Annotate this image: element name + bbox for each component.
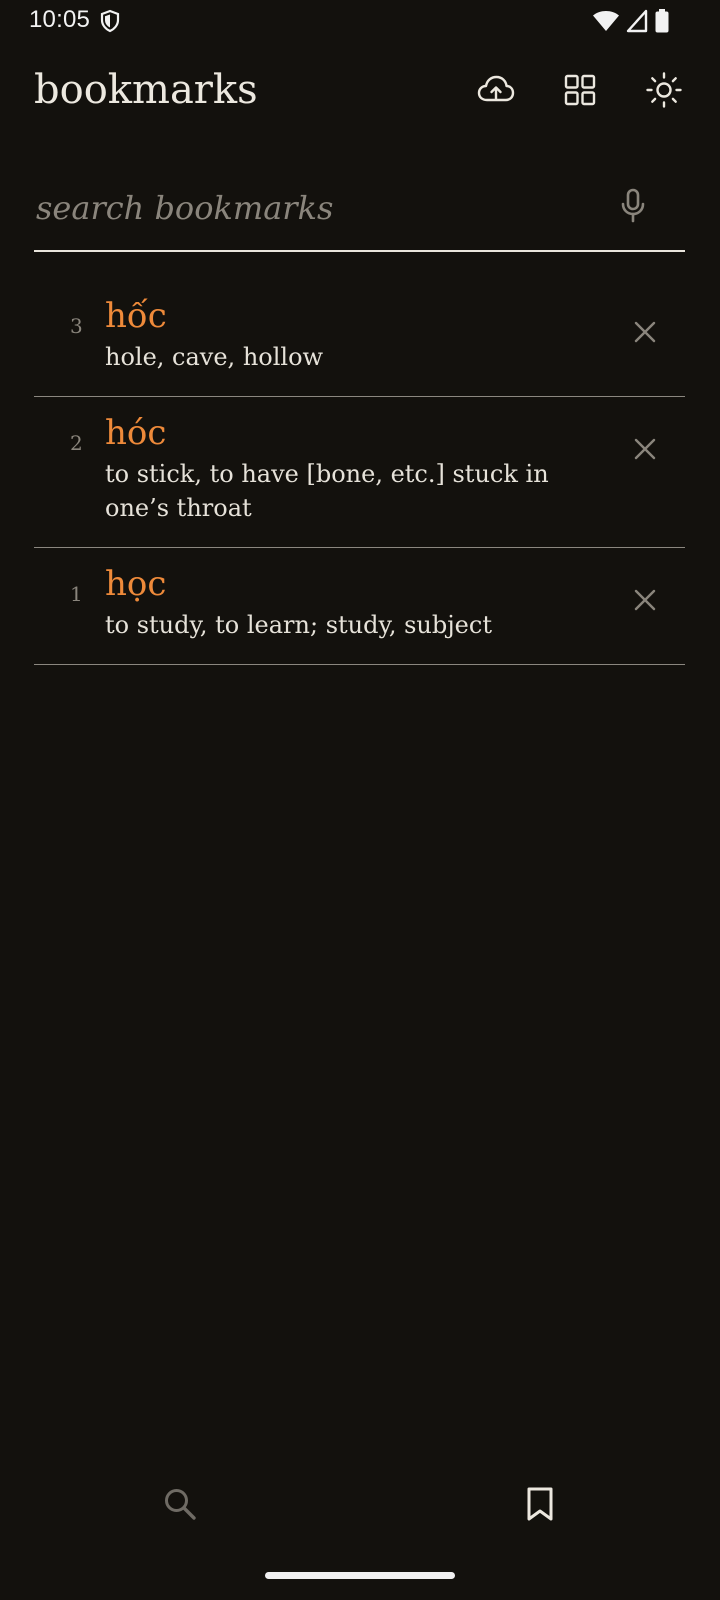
cloud-upload-button[interactable] (474, 70, 518, 114)
search-bar (34, 176, 685, 252)
close-icon (633, 437, 657, 465)
microphone-icon (618, 188, 648, 228)
bookmark-index: 2 (70, 431, 83, 455)
nav-bookmarks-button[interactable] (514, 1480, 566, 1532)
status-time: 10:05 (29, 6, 91, 33)
voice-search-button[interactable] (609, 184, 657, 232)
close-icon (633, 320, 657, 348)
home-indicator[interactable] (265, 1572, 455, 1579)
status-icons (592, 8, 670, 38)
bookmark-list: 3 hốc hole, cave, hollow 2 hóc to stick,… (34, 280, 685, 665)
status-bar: 10:05 (0, 0, 720, 44)
theme-toggle-button[interactable] (642, 70, 686, 114)
remove-bookmark-button[interactable] (627, 433, 663, 469)
wifi-icon (592, 9, 620, 37)
bookmark-definition: to study, to learn; study, subject (105, 611, 492, 639)
bookmark-index: 1 (70, 582, 83, 606)
bookmark-word: học (105, 564, 167, 604)
remove-bookmark-button[interactable] (627, 316, 663, 352)
bookmark-icon (525, 1486, 555, 1526)
grid-view-button[interactable] (558, 70, 602, 114)
remove-bookmark-button[interactable] (627, 584, 663, 620)
grid-view-icon (564, 74, 596, 110)
shield-icon (98, 9, 122, 33)
list-item[interactable]: 1 học to study, to learn; study, subject (34, 548, 685, 665)
bookmark-index: 3 (70, 314, 83, 338)
cell-signal-icon (626, 9, 648, 37)
battery-icon (654, 8, 670, 38)
bookmark-definition: to stick, to have [bone, etc.] stuck in … (105, 460, 549, 522)
bookmark-definition: hole, cave, hollow (105, 343, 324, 371)
list-item[interactable]: 2 hóc to stick, to have [bone, etc.] stu… (34, 397, 685, 548)
nav-search-button[interactable] (154, 1480, 206, 1532)
search-input[interactable] (36, 182, 596, 234)
cloud-upload-icon (477, 73, 515, 111)
bookmark-word: hốc (105, 296, 167, 336)
brightness-icon (645, 71, 683, 113)
page-title: bookmarks (34, 67, 258, 113)
close-icon (633, 588, 657, 616)
bookmark-word: hóc (105, 413, 167, 453)
search-icon (162, 1486, 198, 1526)
list-item[interactable]: 3 hốc hole, cave, hollow (34, 280, 685, 397)
